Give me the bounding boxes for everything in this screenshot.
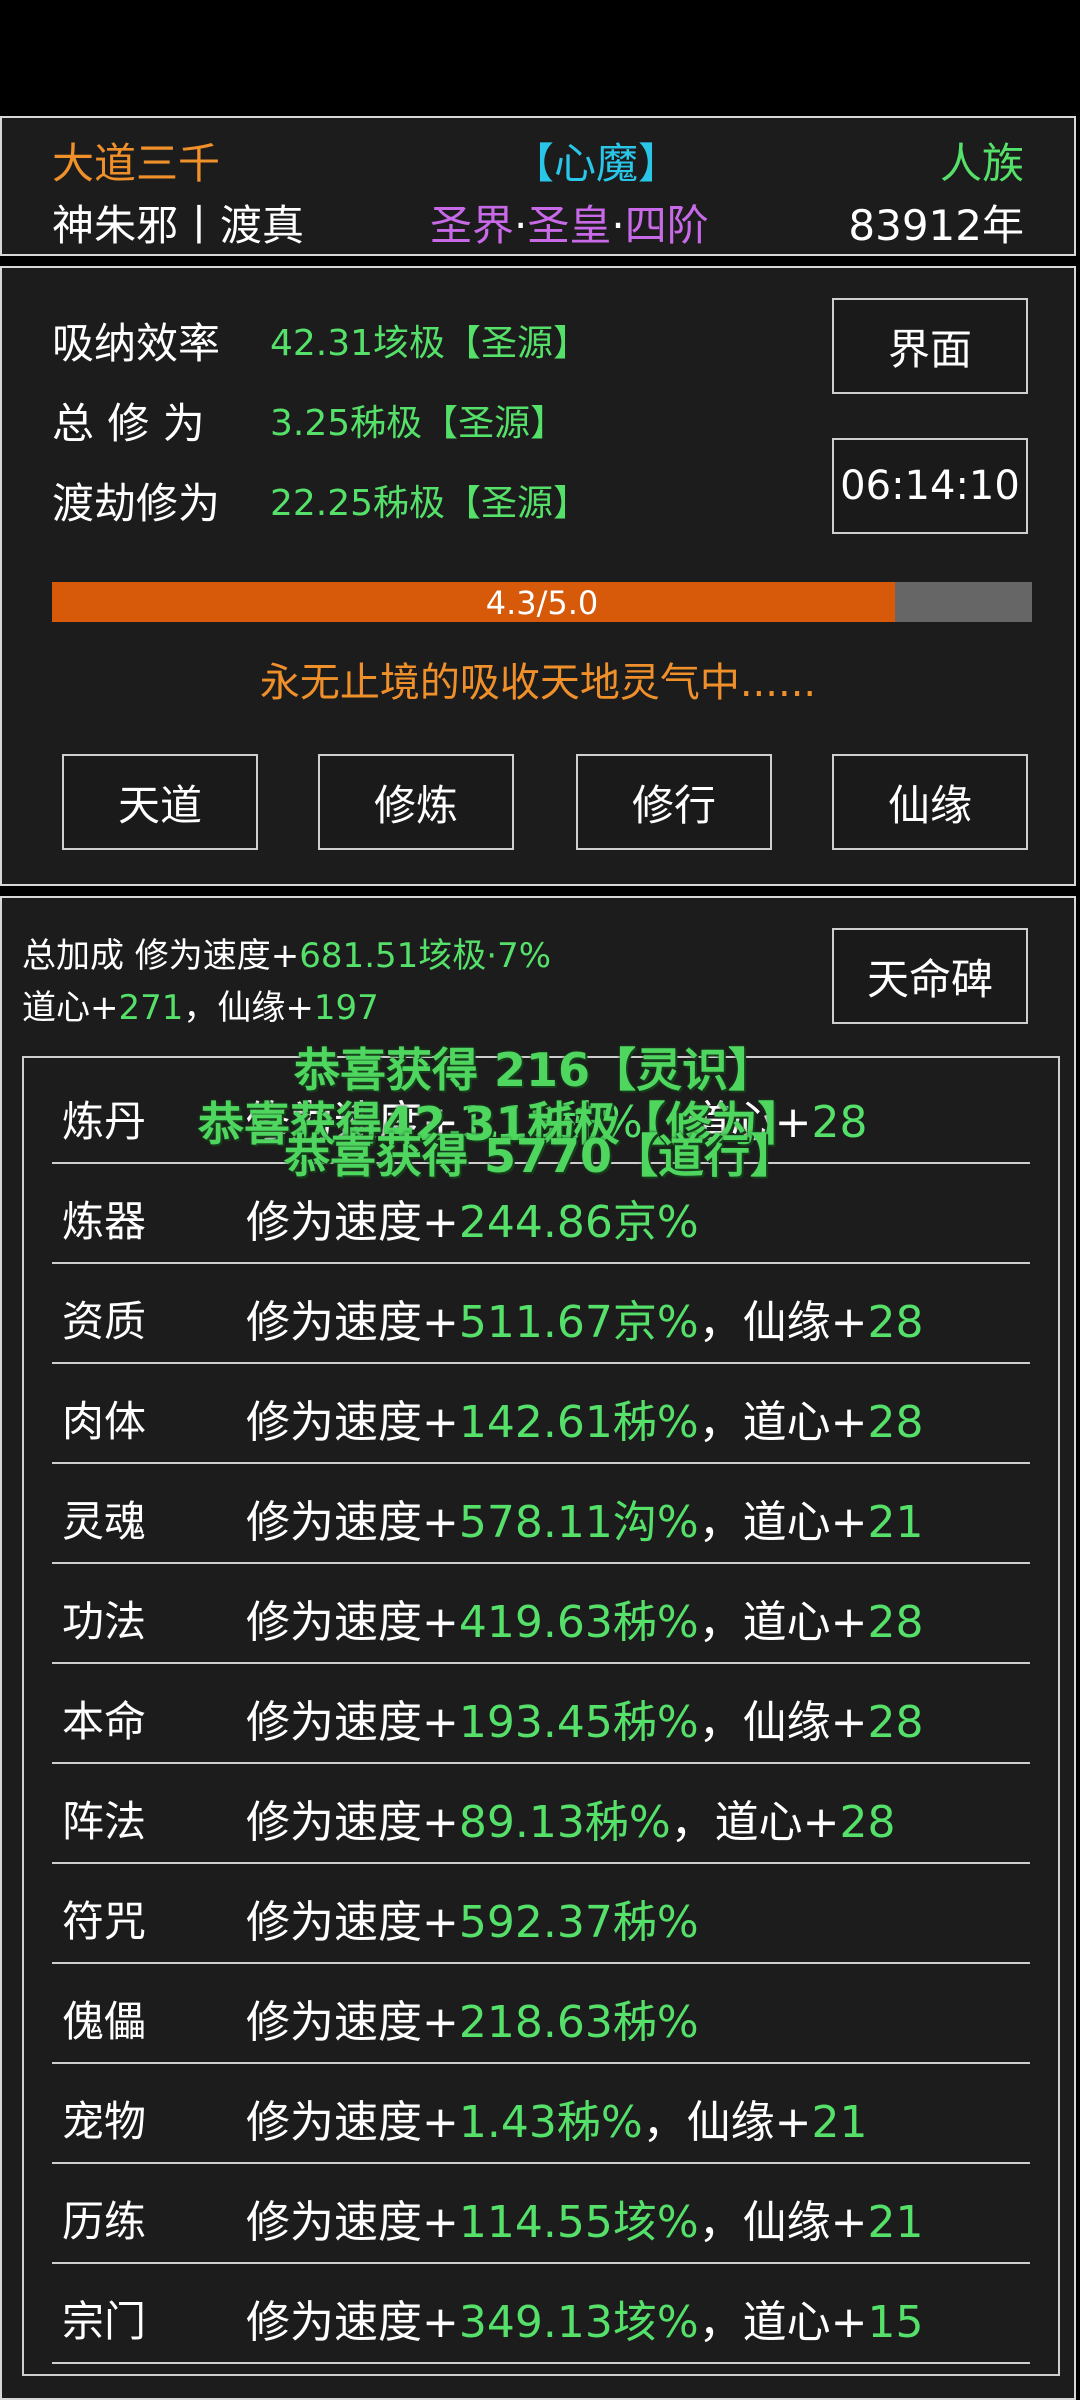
absorb-value: 42.31垓极【圣源】 bbox=[270, 323, 590, 364]
row-name: 灵魂 bbox=[62, 1497, 147, 1546]
row-extra: 21 bbox=[867, 1497, 924, 1548]
row-name: 功法 bbox=[62, 1597, 147, 1646]
tribulation-label: 渡劫修为 bbox=[52, 479, 221, 528]
row-name: 资质 bbox=[62, 1297, 147, 1346]
realm-world: 圣界 bbox=[430, 201, 515, 250]
row-extra: 28 bbox=[839, 1797, 896, 1848]
row-extra: 28 bbox=[867, 1297, 924, 1348]
realm-rank: 圣皇 bbox=[527, 201, 612, 250]
bonus-panel: 总加成 修为速度+681.51垓极·7% 道心+271，仙缘+197 天命碑 炼… bbox=[0, 896, 1076, 2400]
bonus-row[interactable]: 功法 修为速度+419.63秭%，道心+28 bbox=[52, 1566, 1030, 1664]
row-desc: 修为速度+1.43秭%，仙缘+21 bbox=[246, 2097, 868, 2148]
race-label: 人族 bbox=[939, 139, 1024, 188]
row-name: 历练 bbox=[62, 2197, 147, 2246]
row-desc: 修为速度+89.13秭%，道心+28 bbox=[246, 1797, 896, 1848]
row-extra: 28 bbox=[867, 1597, 924, 1648]
row-value: 578.11沟% bbox=[458, 1497, 699, 1548]
destiny-stele-button[interactable]: 天命碑 bbox=[832, 928, 1028, 1024]
notification-daoxing: 恭喜获得 5770【道行】 bbox=[284, 1129, 797, 1183]
row-desc: 修为速度+142.61秭%，道心+28 bbox=[246, 1397, 924, 1448]
total-cultivation-label: 总 修 为 bbox=[52, 399, 205, 448]
row-name: 宠物 bbox=[62, 2097, 147, 2146]
bonus-row[interactable]: 灵魂 修为速度+578.11沟%，道心+21 bbox=[52, 1466, 1030, 1564]
row-extra: 21 bbox=[811, 2097, 868, 2148]
row-extra: 28 bbox=[867, 1397, 924, 1448]
row-value: 89.13秭% bbox=[458, 1797, 671, 1848]
interface-button[interactable]: 界面 bbox=[832, 298, 1028, 394]
row-value: 1.43秭% bbox=[458, 2097, 643, 2148]
absorb-label: 吸纳效率 bbox=[52, 319, 221, 368]
cultivation-panel: 吸纳效率 42.31垓极【圣源】 总 修 为 3.25秭极【圣源】 渡劫修为 2… bbox=[0, 266, 1076, 886]
daoxin-xianyuan-line: 道心+271，仙缘+197 bbox=[22, 988, 379, 1028]
row-extra: 28 bbox=[867, 1697, 924, 1748]
heaven-dao-button[interactable]: 天道 bbox=[62, 754, 258, 850]
status-message: 永无止境的吸收天地灵气中...... bbox=[259, 660, 817, 706]
row-name: 肉体 bbox=[62, 1397, 147, 1446]
status-badge[interactable]: 【心魔】 bbox=[512, 130, 680, 191]
header-panel: 大道三千 【心魔】 人族 神朱邪丨渡真 圣界·圣皇·四阶 83912年 bbox=[0, 116, 1076, 256]
progress-text: 4.3/5.0 bbox=[485, 584, 599, 622]
row-value: 511.67京% bbox=[458, 1297, 699, 1348]
bonus-row[interactable]: 宠物 修为速度+1.43秭%，仙缘+21 bbox=[52, 2066, 1030, 2164]
bonus-row[interactable]: 符咒 修为速度+592.37秭% bbox=[52, 1866, 1030, 1964]
row-desc: 修为速度+114.55垓%，仙缘+21 bbox=[246, 2197, 924, 2248]
row-value: 142.61秭% bbox=[458, 1397, 699, 1448]
bonus-row[interactable]: 资质 修为速度+511.67京%，仙缘+28 bbox=[52, 1266, 1030, 1364]
row-name: 炼器 bbox=[62, 1197, 147, 1246]
tribulation-value: 22.25秭极【圣源】 bbox=[270, 483, 590, 524]
bonus-row[interactable]: 肉体 修为速度+142.61秭%，道心+28 bbox=[52, 1366, 1030, 1464]
cultivate-button[interactable]: 修炼 bbox=[318, 754, 514, 850]
bonus-row[interactable]: 傀儡 修为速度+218.63秭% bbox=[52, 1966, 1030, 2064]
row-value: 218.63秭% bbox=[458, 1997, 699, 2048]
total-speed-value: 681.51垓极·7% bbox=[299, 936, 552, 976]
row-value: 592.37秭% bbox=[458, 1897, 699, 1948]
row-value: 419.63秭% bbox=[458, 1597, 699, 1648]
row-value: 349.13垓% bbox=[458, 2297, 699, 2348]
age-years: 83912年 bbox=[848, 201, 1024, 250]
realm-label: 圣界·圣皇·四阶 bbox=[430, 201, 709, 250]
row-desc: 修为速度+218.63秭% bbox=[246, 1997, 699, 2048]
row-extra: 15 bbox=[867, 2297, 924, 2348]
daoxin-value: 271 bbox=[118, 988, 184, 1028]
bonus-list: 炼丹 修为速度+1.18秭%，道心+28 炼器 修为速度+244.86京% 资质 修为速度… bbox=[22, 1056, 1060, 2376]
row-name: 宗门 bbox=[62, 2297, 147, 2346]
timer-button[interactable]: 06:14:10 bbox=[832, 438, 1028, 534]
bonus-row[interactable]: 历练 修为速度+114.55垓%，仙缘+21 bbox=[52, 2166, 1030, 2264]
row-extra: 28 bbox=[811, 1097, 868, 1148]
player-name: 神朱邪丨渡真 bbox=[52, 201, 305, 250]
cultivation-progress-bar: 4.3/5.0 bbox=[52, 582, 1032, 622]
bonus-row[interactable]: 本命 修为速度+193.45秭%，仙缘+28 bbox=[52, 1666, 1030, 1764]
row-name: 阵法 bbox=[62, 1797, 147, 1846]
row-desc: 修为速度+193.45秭%，仙缘+28 bbox=[246, 1697, 924, 1748]
xianyuan-value: 197 bbox=[313, 988, 379, 1028]
row-value: 193.45秭% bbox=[458, 1697, 699, 1748]
row-name: 本命 bbox=[62, 1697, 147, 1746]
total-bonus-line: 总加成 修为速度+681.51垓极·7% bbox=[22, 936, 552, 976]
row-value: 244.86京% bbox=[458, 1197, 699, 1248]
game-title: 大道三千 bbox=[52, 139, 221, 188]
bonus-row[interactable]: 宗门 修为速度+349.13垓%，道心+15 bbox=[52, 2266, 1030, 2364]
realm-stage: 四阶 bbox=[624, 201, 709, 250]
practice-button[interactable]: 修行 bbox=[576, 754, 772, 850]
total-cultivation-value: 3.25秭极【圣源】 bbox=[270, 403, 567, 444]
row-desc: 修为速度+244.86京% bbox=[246, 1197, 699, 1248]
bonus-row[interactable]: 阵法 修为速度+89.13秭%，道心+28 bbox=[52, 1766, 1030, 1864]
row-name: 傀儡 bbox=[62, 1997, 147, 2046]
row-desc: 修为速度+511.67京%，仙缘+28 bbox=[246, 1297, 924, 1348]
row-value: 114.55垓% bbox=[458, 2197, 699, 2248]
row-extra: 21 bbox=[867, 2197, 924, 2248]
fate-button[interactable]: 仙缘 bbox=[832, 754, 1028, 850]
row-name: 符咒 bbox=[62, 1897, 147, 1946]
row-desc: 修为速度+592.37秭% bbox=[246, 1897, 699, 1948]
row-desc: 修为速度+578.11沟%，道心+21 bbox=[246, 1497, 924, 1548]
row-desc: 修为速度+349.13垓%，道心+15 bbox=[246, 2297, 924, 2348]
row-desc: 修为速度+419.63秭%，道心+28 bbox=[246, 1597, 924, 1648]
row-name: 炼丹 bbox=[62, 1097, 147, 1146]
